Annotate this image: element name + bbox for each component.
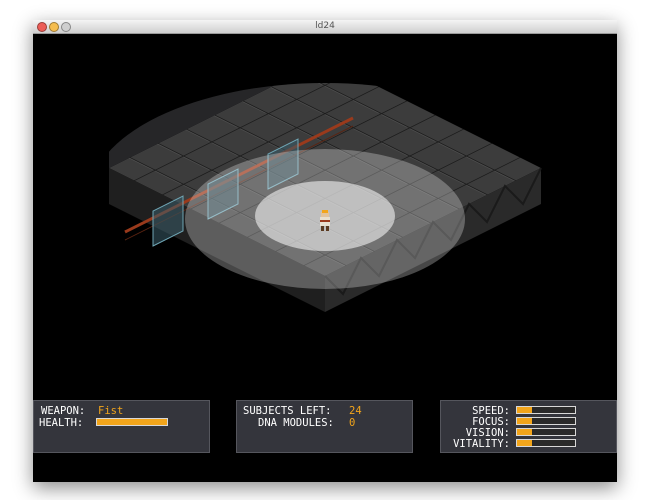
stat-bar-vision	[516, 428, 576, 436]
window-title: ld24	[315, 21, 335, 31]
health-label: HEALTH:	[39, 417, 84, 429]
hud-panel-right: SPEED: FOCUS: VISION: VITALITY:	[440, 400, 617, 453]
weapon-label: WEAPON:	[41, 405, 86, 417]
stat-bar-fill	[517, 429, 532, 435]
stat-bar-fill	[517, 407, 532, 413]
stat-bar-focus	[516, 417, 576, 425]
title-bar[interactable]: ld24	[33, 20, 617, 34]
weapon-value: Fist	[98, 405, 124, 417]
stat-bar-fill	[517, 418, 532, 424]
visible-area	[109, 83, 542, 312]
dna-modules-value: 0	[349, 417, 356, 429]
hud-panel-center: SUBJECTS LEFT: 24 DNA MODULES: 0	[236, 400, 413, 453]
stat-bar-speed	[516, 406, 576, 414]
health-bar	[96, 418, 168, 426]
hud-panel-left: WEAPON: Fist HEALTH:	[33, 400, 210, 453]
subjects-left-label: SUBJECTS LEFT:	[243, 405, 332, 417]
stat-bar-fill	[517, 440, 532, 446]
subjects-left-value: 24	[349, 405, 362, 417]
health-bar-fill	[97, 419, 167, 425]
dna-modules-label: DNA MODULES:	[258, 417, 334, 429]
stat-label-vitality: VITALITY:	[453, 438, 510, 450]
stat-bar-vitality	[516, 439, 576, 447]
game-window: ld24 WEAPON: Fist HEALTH: SUBJECTS LEFT:…	[33, 20, 617, 482]
